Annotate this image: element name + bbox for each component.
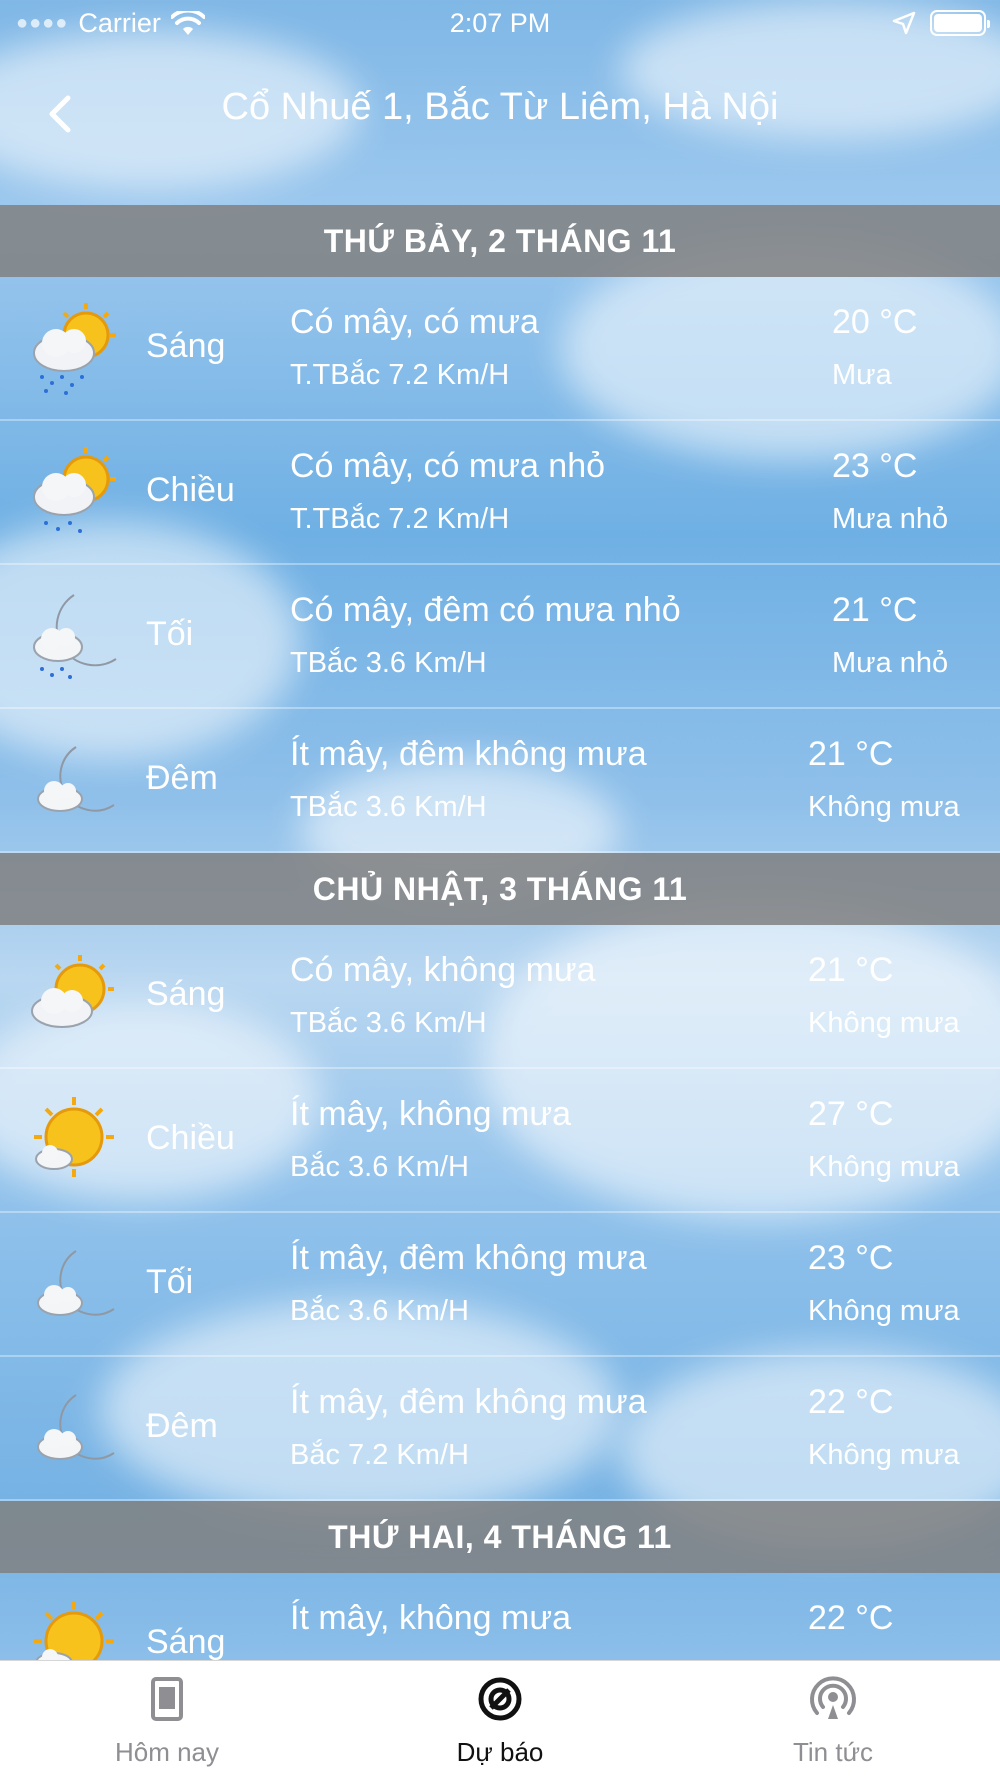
clock: 2:07 PM <box>449 8 551 38</box>
forecast-row[interactable]: Đêm Ít mây, đêm không mưa TBắc 3.6 Km/H … <box>0 709 1000 853</box>
moon-cloud-rain-icon <box>33 594 117 679</box>
temperature: 23 °C <box>808 1239 894 1277</box>
forecast-row[interactable]: Chiều Ít mây, không mưa Bắc 3.6 Km/H 27 … <box>0 1069 1000 1213</box>
condition-text: Có mây, đêm có mưa nhỏ <box>290 591 681 629</box>
battery-icon <box>930 10 990 36</box>
condition-text: Ít mây, không mưa <box>290 1599 572 1637</box>
period-label: Chiều <box>146 1119 235 1157</box>
wind-text: TBắc 3.6 Km/H <box>290 791 487 823</box>
location-arrow-icon <box>892 11 916 35</box>
period-label: Sáng <box>146 1623 226 1660</box>
tab-forecast[interactable]: Dự báo <box>333 1661 667 1778</box>
period-label: Đêm <box>146 1407 218 1445</box>
temperature: 21 °C <box>808 735 894 773</box>
day-header: THỨ HAI, 4 THÁNG 11 <box>0 1501 1000 1573</box>
temperature: 21 °C <box>832 591 918 629</box>
forecast-row[interactable]: Đêm Ít mây, đêm không mưa Bắc 7.2 Km/H 2… <box>0 1357 1000 1501</box>
condition-text: Ít mây, đêm không mưa <box>290 735 647 773</box>
sun-small-cloud-icon <box>34 1097 114 1177</box>
wind-text: TBắc 3.6 Km/H <box>290 647 487 679</box>
rain-status: Mưa nhỏ <box>832 647 949 679</box>
document-icon <box>151 1677 183 1721</box>
condition-text: Có mây, có mưa <box>290 303 539 341</box>
rain-status: Không mưa <box>808 1439 960 1471</box>
forecast-row[interactable]: Tối Có mây, đêm có mưa nhỏ TBắc 3.6 Km/H… <box>0 565 1000 709</box>
temperature: 23 °C <box>832 447 918 485</box>
period-label: Tối <box>146 615 194 653</box>
location-title: Cổ Nhuế 1, Bắc Từ Liêm, Hà Nội <box>221 86 779 128</box>
tab-bar: Hôm nay Dự báo Tin tức <box>0 1660 1000 1778</box>
wind-text: T.TBắc 7.2 Km/H <box>290 503 510 535</box>
moon-cloud-icon <box>37 746 115 812</box>
period-label: Tối <box>146 1263 194 1301</box>
rain-status: Mưa nhỏ <box>832 503 949 535</box>
moon-cloud-icon <box>37 1250 115 1316</box>
tab-news[interactable]: Tin tức <box>666 1661 1000 1778</box>
moon-cloud-icon <box>37 1394 115 1460</box>
wind-text: Bắc 3.6 Km/H <box>290 1151 469 1183</box>
tab-label: Hôm nay <box>114 1737 220 1767</box>
temperature: 27 °C <box>808 1095 894 1133</box>
tab-today[interactable]: Hôm nay <box>0 1661 334 1778</box>
broadcast-icon <box>810 1676 856 1719</box>
period-label: Chiều <box>146 471 235 509</box>
temperature: 20 °C <box>832 303 918 341</box>
temperature: 22 °C <box>808 1599 894 1637</box>
rain-status: Không mưa <box>808 1295 960 1327</box>
day-header: CHỦ NHẬT, 3 THÁNG 11 <box>0 853 1000 925</box>
rain-status: Không mưa <box>808 791 960 823</box>
sun-small-cloud-icon <box>34 1601 114 1660</box>
forecast-icon <box>478 1677 522 1721</box>
forecast-list[interactable]: THỨ BẢY, 2 THÁNG 11 Sáng Có mây, có mưa … <box>0 205 1000 1660</box>
period-label: Đêm <box>146 759 218 797</box>
condition-text: Ít mây, không mưa <box>290 1095 572 1133</box>
wind-text: Bắc 7.2 Km/H <box>290 1439 469 1471</box>
back-button[interactable] <box>36 90 84 138</box>
condition-text: Ít mây, đêm không mưa <box>290 1239 647 1277</box>
condition-text: Ít mây, đêm không mưa <box>290 1383 647 1421</box>
condition-text: Có mây, không mưa <box>290 951 596 989</box>
status-bar: ●●●● Carrier 2:07 PM <box>0 0 1000 50</box>
day-header: THỨ BẢY, 2 THÁNG 11 <box>0 205 1000 277</box>
cloud-sun-icon <box>31 955 114 1028</box>
temperature: 22 °C <box>808 1383 894 1421</box>
cloud-sun-rain-icon <box>33 303 116 395</box>
forecast-row[interactable]: Tối Ít mây, đêm không mưa Bắc 3.6 Km/H 2… <box>0 1213 1000 1357</box>
wind-text: T.TBắc 7.2 Km/H <box>290 359 510 391</box>
condition-text: Có mây, có mưa nhỏ <box>290 447 606 485</box>
forecast-row[interactable]: Sáng Có mây, có mưa T.TBắc 7.2 Km/H 20 °… <box>0 277 1000 421</box>
period-label: Sáng <box>146 327 226 365</box>
period-label: Sáng <box>146 975 226 1013</box>
rain-status: Không mưa <box>808 1151 960 1183</box>
wind-text: Bắc 3.6 Km/H <box>290 1295 469 1327</box>
temperature: 21 °C <box>808 951 894 989</box>
wind-text: TBắc 3.6 Km/H <box>290 1007 487 1039</box>
forecast-row[interactable]: Chiều Có mây, có mưa nhỏ T.TBắc 7.2 Km/H… <box>0 421 1000 565</box>
rain-status: Không mưa <box>808 1007 960 1039</box>
forecast-row[interactable]: Sáng Ít mây, không mưa 22 °C <box>0 1573 1000 1660</box>
forecast-row[interactable]: Sáng Có mây, không mưa TBắc 3.6 Km/H 21 … <box>0 925 1000 1069</box>
tab-label: Tin tức <box>792 1737 873 1767</box>
chevron-left-icon <box>49 95 71 133</box>
cloud-sun-rain-icon <box>33 447 116 533</box>
tab-label: Dự báo <box>456 1737 544 1767</box>
navigation-bar: Cổ Nhuế 1, Bắc Từ Liêm, Hà Nội <box>0 70 1000 150</box>
rain-status: Mưa <box>832 359 892 391</box>
